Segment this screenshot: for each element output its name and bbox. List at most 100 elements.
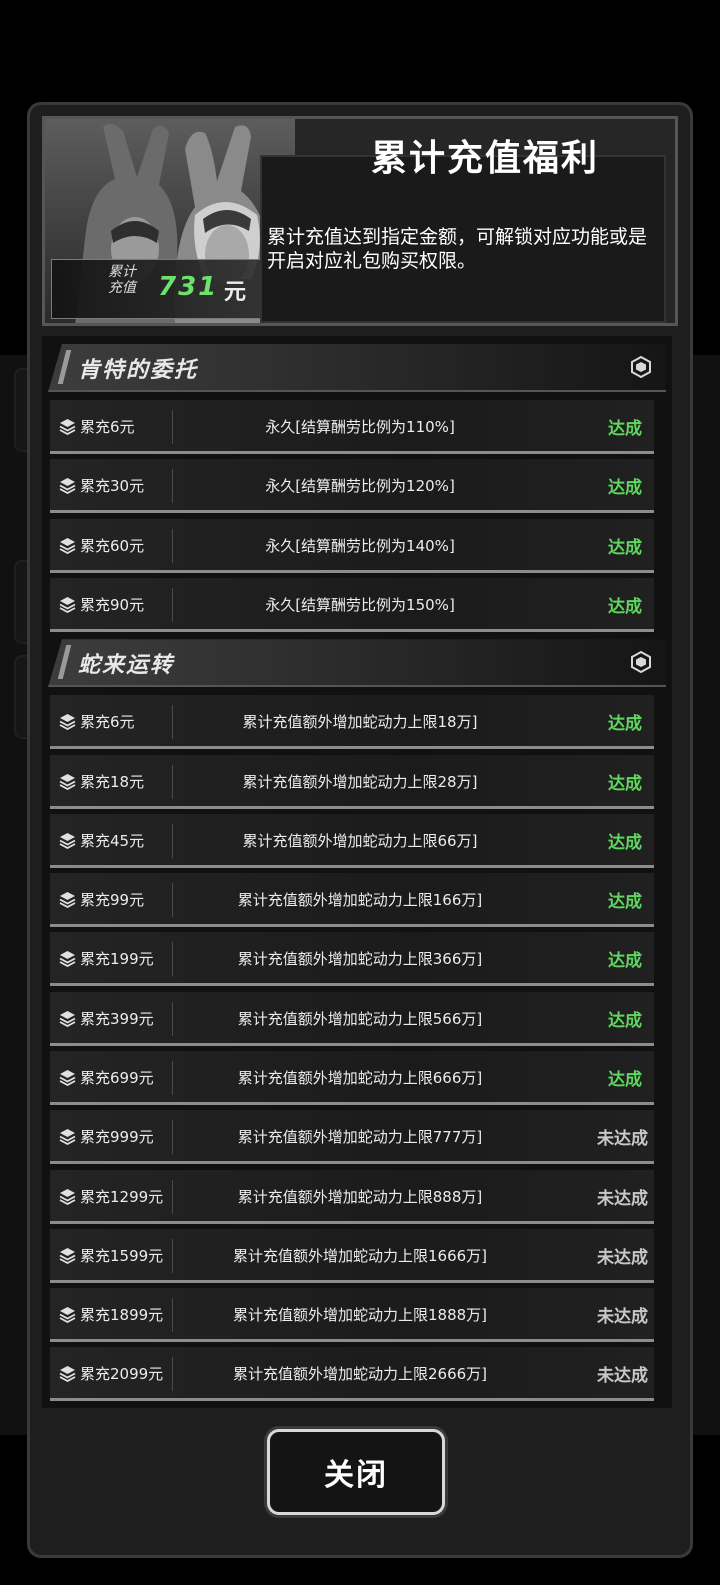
status-label: 未达成 [597, 1307, 648, 1327]
layers-icon [59, 1247, 76, 1265]
accumulated-recharge-box: 累计 充值 731 元 [51, 259, 293, 319]
row-divider [172, 1357, 173, 1391]
benefit-row: 累充6元 累计充值额外增加蛇动力上限18万] 达成 [50, 695, 654, 749]
requirement-label: 累充1299元 [80, 1188, 164, 1206]
section-title: 蛇来运转 [78, 653, 175, 679]
status-label: 未达成 [597, 1129, 648, 1149]
status-label: 未达成 [597, 1248, 648, 1268]
section-accent [57, 350, 72, 384]
reward-label: 累计充值额外增加蛇动力上限366万] [237, 950, 483, 968]
row-divider [172, 765, 173, 799]
status-label: 达成 [608, 892, 642, 912]
row-divider [172, 824, 173, 858]
requirement-label: 累充2099元 [80, 1365, 164, 1383]
layers-icon [59, 477, 76, 495]
layers-icon [59, 713, 76, 731]
layers-icon [59, 1306, 76, 1324]
status-label: 达成 [608, 538, 642, 558]
requirement-label: 累充1899元 [80, 1306, 164, 1324]
benefits-list[interactable]: 肯特的委托 累充6元 永久[结算酬劳比例为110%] 达成 累充30元 永久[结算酬劳比例… [42, 336, 672, 1408]
layers-icon [59, 1010, 76, 1028]
hexagon-icon[interactable] [630, 651, 652, 674]
requirement-label: 累充999元 [80, 1128, 154, 1146]
accumulated-recharge-value: 731 [158, 272, 219, 302]
requirement-label: 累充99元 [80, 891, 145, 909]
reward-label: 永久[结算酬劳比例为110%] [265, 418, 455, 436]
status-label: 达成 [608, 1070, 642, 1090]
benefit-row: 累充1299元 累计充值额外增加蛇动力上限888万] 未达成 [50, 1170, 654, 1224]
status-label: 达成 [608, 419, 642, 439]
row-divider [172, 410, 173, 444]
requirement-label: 累充1599元 [80, 1247, 164, 1265]
reward-label: 累计充值额外增加蛇动力上限888万] [237, 1188, 483, 1206]
dialog-header: 累计 充值 731 元 累计充值福利 累计充值达到指定金额，可解锁对应功能或是开… [42, 116, 678, 326]
benefit-row: 累充2099元 累计充值额外增加蛇动力上限2666万] 未达成 [50, 1347, 654, 1401]
layers-icon [59, 537, 76, 555]
layers-icon [59, 773, 76, 791]
row-divider [172, 469, 173, 503]
layers-icon [59, 418, 76, 436]
row-divider [172, 1180, 173, 1214]
benefit-row: 累充90元 永久[结算酬劳比例为150%] 达成 [50, 578, 654, 632]
benefits-description: 累计充值达到指定金额，可解锁对应功能或是开启对应礼包购买权限。 [267, 226, 648, 272]
reward-label: 累计充值额外增加蛇动力上限666万] [237, 1069, 483, 1087]
reward-label: 累计充值额外增加蛇动力上限1888万] [232, 1306, 488, 1324]
section-title: 肯特的委托 [78, 358, 199, 383]
row-divider [172, 529, 173, 563]
benefit-row: 累充999元 累计充值额外增加蛇动力上限777万] 未达成 [50, 1110, 654, 1164]
benefit-row: 累充1899元 累计充值额外增加蛇动力上限1888万] 未达成 [50, 1288, 654, 1342]
status-label: 达成 [608, 1011, 642, 1031]
accumulated-recharge-label: 累计 充值 [108, 264, 136, 296]
requirement-label: 累充60元 [80, 537, 145, 555]
status-label: 达成 [608, 833, 642, 853]
benefit-row: 累充199元 累计充值额外增加蛇动力上限366万] 达成 [50, 932, 654, 986]
reward-label: 累计充值额外增加蛇动力上限2666万] [232, 1365, 488, 1383]
row-divider [172, 1298, 173, 1332]
close-button[interactable]: 关闭 [267, 1429, 445, 1515]
layers-icon [59, 1188, 76, 1206]
layers-icon [59, 1069, 76, 1087]
status-label: 达成 [608, 597, 642, 617]
character-portrait: 累计 充值 731 元 [45, 119, 295, 323]
reward-label: 永久[结算酬劳比例为150%] [265, 596, 455, 614]
requirement-label: 累充699元 [80, 1069, 154, 1087]
status-label: 达成 [608, 951, 642, 971]
status-label: 达成 [608, 774, 642, 794]
status-label: 未达成 [597, 1366, 648, 1386]
row-divider [172, 1239, 173, 1273]
requirement-label: 累充399元 [80, 1010, 154, 1028]
row-divider [172, 588, 173, 622]
requirement-label: 累充30元 [80, 477, 145, 495]
reward-label: 永久[结算酬劳比例为120%] [265, 477, 455, 495]
row-divider [172, 1120, 173, 1154]
row-divider [172, 942, 173, 976]
benefit-row: 累充18元 累计充值额外增加蛇动力上限28万] 达成 [50, 755, 654, 809]
status-label: 未达成 [597, 1189, 648, 1209]
section-header: 蛇来运转 [48, 639, 666, 688]
layers-icon [59, 1128, 76, 1146]
benefit-row: 累充1599元 累计充值额外增加蛇动力上限1666万] 未达成 [50, 1229, 654, 1283]
layers-icon [59, 596, 76, 614]
requirement-label: 累充18元 [80, 773, 145, 791]
hexagon-icon[interactable] [630, 355, 652, 379]
reward-label: 累计充值额外增加蛇动力上限18万] [242, 713, 478, 731]
layers-icon [59, 1365, 76, 1383]
benefit-row: 累充60元 永久[结算酬劳比例为140%] 达成 [50, 519, 654, 573]
layers-icon [59, 950, 76, 968]
benefit-row: 累充399元 累计充值额外增加蛇动力上限566万] 达成 [50, 992, 654, 1046]
page-title: 累计充值福利 [370, 138, 599, 179]
benefit-row: 累充6元 永久[结算酬劳比例为110%] 达成 [50, 400, 654, 454]
requirement-label: 累充199元 [80, 950, 154, 968]
row-divider [172, 1002, 173, 1036]
reward-label: 永久[结算酬劳比例为140%] [265, 537, 455, 555]
requirement-label: 累充6元 [80, 713, 135, 731]
benefit-row: 累充699元 累计充值额外增加蛇动力上限666万] 达成 [50, 1051, 654, 1105]
requirement-label: 累充6元 [80, 418, 135, 436]
requirement-label: 累充90元 [80, 596, 145, 614]
status-label: 达成 [608, 478, 642, 498]
layers-icon [59, 832, 76, 850]
row-divider [172, 883, 173, 917]
reward-label: 累计充值额外增加蛇动力上限777万] [237, 1128, 483, 1146]
reward-label: 累计充值额外增加蛇动力上限566万] [237, 1010, 483, 1028]
reward-label: 累计充值额外增加蛇动力上限66万] [242, 832, 478, 850]
